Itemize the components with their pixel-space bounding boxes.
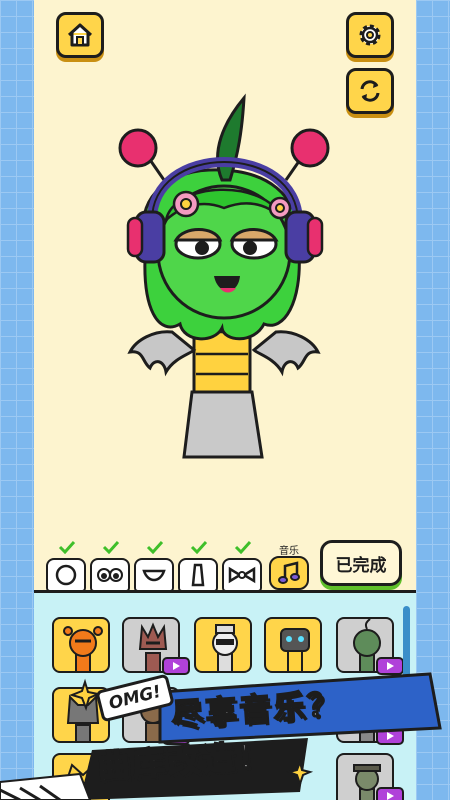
bow-tie-icon: [228, 566, 256, 584]
left-antenna-ball: [118, 128, 158, 168]
gear-icon: [359, 24, 381, 46]
settings-button[interactable]: [346, 12, 394, 58]
right-antenna-ball: [290, 128, 330, 168]
right-hand: [251, 330, 321, 377]
tab-body[interactable]: [178, 558, 218, 592]
tab-bow[interactable]: [222, 558, 262, 592]
music-item[interactable]: [194, 617, 252, 673]
music-tab-label: 音乐: [279, 546, 299, 557]
done-button[interactable]: 已完成: [320, 540, 402, 586]
mouth-icon: [142, 569, 166, 582]
home-button[interactable]: [56, 12, 104, 58]
flower-left: [172, 190, 200, 218]
music-item[interactable]: [52, 617, 110, 673]
body-icon: [191, 563, 205, 587]
character-figure[interactable]: [114, 92, 336, 462]
check-icon: [102, 540, 120, 554]
check-icon: [146, 540, 164, 554]
tab-mouth[interactable]: [134, 558, 174, 592]
category-tab-bar: 音乐 已完成: [34, 540, 416, 592]
refresh-icon: [360, 80, 380, 102]
music-item[interactable]: [264, 617, 322, 673]
check-icon: [234, 540, 252, 554]
tab-face[interactable]: [46, 558, 86, 592]
check-icon: [190, 540, 208, 554]
robot-character-icon: [280, 628, 310, 671]
tab-eyes[interactable]: [90, 558, 130, 592]
check-icon: [58, 540, 76, 554]
tab-music[interactable]: [269, 556, 309, 590]
flower-right: [268, 196, 292, 220]
music-note-icon: [278, 561, 300, 584]
orange-character-icon: [63, 626, 103, 671]
white-character-icon: [212, 624, 238, 671]
home-icon: [67, 23, 93, 47]
left-hand: [127, 330, 197, 377]
face-shape-icon: [55, 564, 77, 586]
refresh-button[interactable]: [346, 68, 394, 114]
eyes-icon: [97, 568, 123, 582]
